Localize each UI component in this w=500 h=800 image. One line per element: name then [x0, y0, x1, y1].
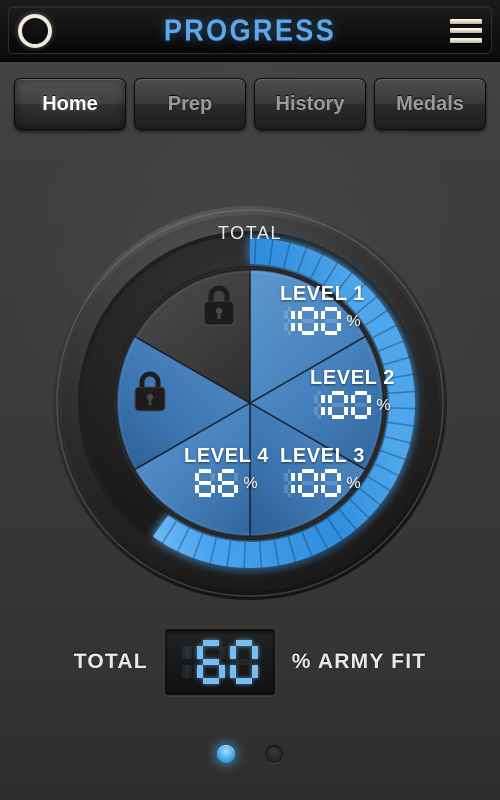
- seven-seg-c: [251, 665, 258, 678]
- tab-home[interactable]: Home: [14, 78, 126, 130]
- seven-seg-g: [202, 659, 219, 665]
- seven-seg-g: [235, 659, 252, 665]
- hamburger-menu-icon[interactable]: [450, 18, 482, 43]
- seven-seg-e: [181, 665, 188, 678]
- seven-seg-digit: [196, 640, 225, 684]
- seven-seg-a: [235, 640, 252, 646]
- total-readout-suffix: % ARMY FIT: [291, 650, 427, 673]
- seven-seg-b: [218, 646, 225, 659]
- tab-history[interactable]: History: [254, 78, 366, 130]
- tab-bar: Home Prep History Medals: [0, 78, 500, 130]
- pagination-dot-1[interactable]: [217, 745, 235, 763]
- total-lcd-display: [163, 628, 276, 696]
- seven-seg-b: [251, 646, 258, 659]
- progress-gauge[interactable]: TOTAL LEVEL 1 % LEVEL 2 % LEVEL 3 % LEVE…: [52, 205, 448, 601]
- seven-seg-f: [196, 646, 203, 659]
- pagination-dot-2[interactable]: [265, 745, 283, 763]
- seven-seg-digit: [181, 640, 192, 684]
- tab-home-label: Home: [42, 92, 98, 115]
- gauge-graphic: TOTAL: [53, 206, 447, 600]
- seven-seg-a: [202, 640, 219, 646]
- total-readout: TOTAL % ARMY FIT: [0, 628, 500, 696]
- app-header: PROGRESS: [0, 0, 500, 62]
- seven-seg-e: [229, 665, 236, 678]
- hamburger-bar-3: [450, 37, 482, 43]
- seven-seg-digit: [229, 640, 258, 684]
- tab-medals[interactable]: Medals: [374, 78, 486, 130]
- tab-prep[interactable]: Prep: [134, 78, 246, 130]
- seven-seg-d: [235, 678, 252, 684]
- tab-prep-label: Prep: [167, 92, 213, 115]
- seven-seg-d: [202, 678, 219, 684]
- total-readout-prefix: TOTAL: [73, 650, 148, 673]
- hamburger-bar-1: [450, 18, 482, 24]
- page-title-text: PROGRESS: [163, 13, 337, 47]
- pagination-dots: [0, 745, 500, 763]
- hamburger-bar-2: [450, 28, 482, 33]
- seven-seg-f: [181, 646, 188, 659]
- tab-medals-label: Medals: [396, 92, 464, 115]
- seven-seg-e: [196, 665, 203, 678]
- app-root: PROGRESS Home Prep History Medals TOTAL …: [0, 0, 500, 800]
- seven-seg-f: [229, 646, 236, 659]
- tab-history-label: History: [275, 92, 345, 115]
- gauge-total-label: TOTAL: [218, 223, 282, 243]
- page-title: PROGRESS: [0, 13, 500, 47]
- seven-seg-c: [218, 665, 225, 678]
